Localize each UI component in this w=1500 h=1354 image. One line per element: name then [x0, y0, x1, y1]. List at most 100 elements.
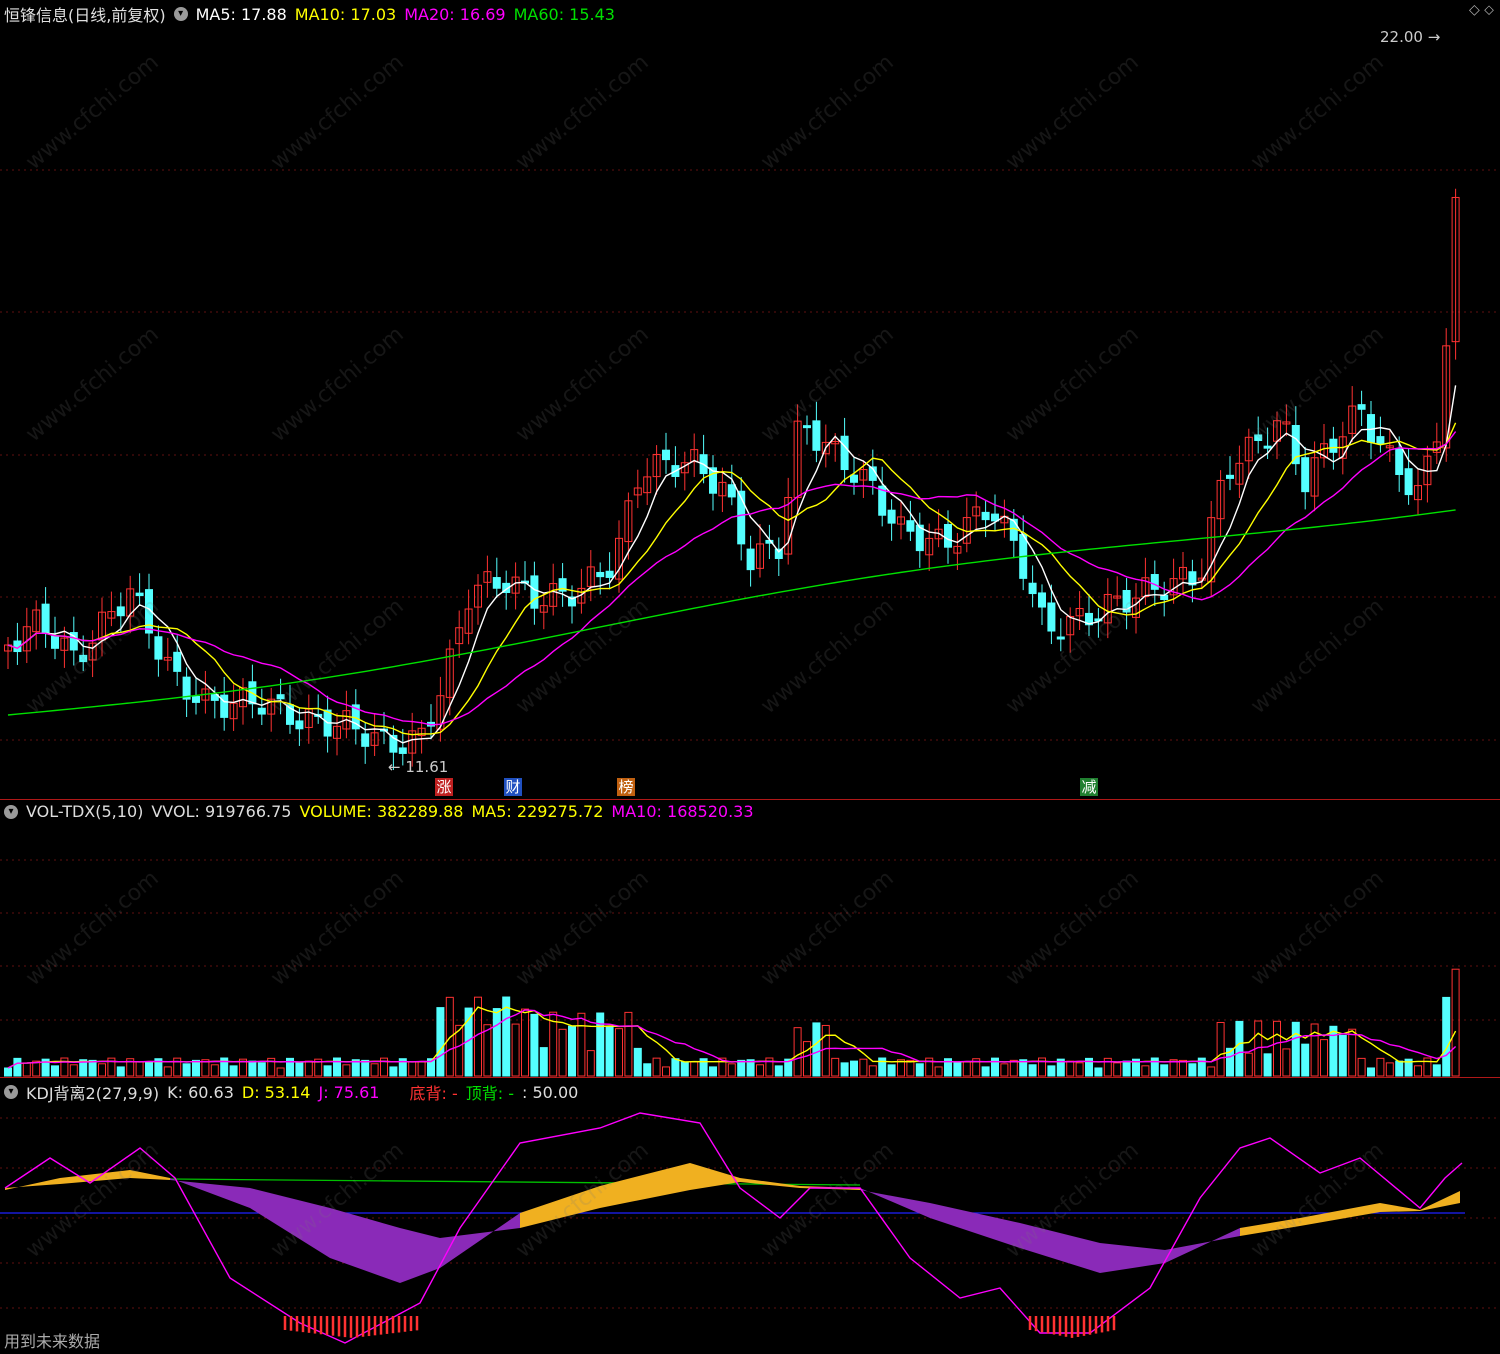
volume-bar [558, 1028, 567, 1077]
volume-bar [1442, 996, 1451, 1077]
ma20-value: MA20: 16.69 [404, 4, 506, 24]
candle-body [1263, 445, 1272, 449]
volume-bar [436, 1007, 445, 1077]
volume-bar [1282, 1048, 1291, 1077]
volume-bar [163, 1066, 172, 1077]
kdj-band [1165, 1228, 1240, 1263]
volume-bar [1357, 1057, 1366, 1077]
volume-bar [98, 1063, 106, 1077]
volume-bar [511, 1023, 520, 1077]
candle-body [906, 520, 915, 532]
candlestick-chart[interactable] [0, 0, 1500, 800]
volume-bar [1244, 1052, 1253, 1077]
vol-ma10-value: MA10: 168520.33 [611, 802, 754, 821]
kdj-band [130, 1170, 170, 1180]
volume-pane[interactable]: ▾ VOL-TDX(5,10) VVOL: 919766.75 VOLUME: … [0, 800, 1500, 1078]
volume-bar [1451, 968, 1460, 1077]
volume-bar [709, 1066, 717, 1077]
volume-bar [812, 1022, 821, 1077]
kdj-level: : 50.00 [522, 1082, 579, 1102]
kdj-band [1020, 1223, 1100, 1273]
kdj-band [1240, 1218, 1300, 1236]
candle-body [1056, 636, 1065, 640]
candle-body [1404, 468, 1413, 496]
candle-body [887, 509, 896, 524]
ma5-line [7, 385, 1457, 744]
vol-indicator-name: VOL-TDX(5,10) [26, 802, 144, 821]
settings-icon[interactable]: ▾ [173, 7, 188, 21]
volume-bar [323, 1065, 332, 1077]
tag-bang[interactable]: 榜 [617, 778, 635, 796]
kdj-band [600, 1163, 690, 1208]
candle-body [116, 606, 125, 617]
volume-bar [530, 1013, 539, 1077]
candle-body [1038, 592, 1046, 608]
volume-bar [483, 1024, 492, 1077]
kdj-band [1380, 1203, 1420, 1212]
kdj-band [440, 1213, 520, 1268]
candle-body [192, 696, 200, 703]
volume-chart[interactable] [0, 800, 1500, 1078]
kdj-band [5, 1178, 60, 1190]
candle-body [361, 733, 370, 747]
candle-body [662, 449, 670, 461]
volume-bar [4, 1067, 12, 1077]
volume-bar [596, 1012, 605, 1077]
volume-bar [1329, 1025, 1338, 1077]
price-pane[interactable]: 恒锋信息(日线,前复权) ▾ MA5: 17.88 MA10: 17.03 MA… [0, 0, 1500, 800]
vol-ma5-value: MA5: 229275.72 [471, 802, 604, 821]
window-controls-icon[interactable]: ◇ ⬦ [1469, 2, 1494, 18]
tag-zhang[interactable]: 涨 [435, 778, 453, 796]
volume-bar [1414, 1065, 1422, 1077]
volume-bar [821, 1024, 830, 1077]
volume-bar [953, 1061, 962, 1077]
volume-value: VOLUME: 382289.88 [299, 802, 464, 821]
tag-cai[interactable]: 财 [504, 778, 522, 796]
candle-body [41, 603, 50, 634]
volume-bar [229, 1065, 238, 1077]
candle-body [596, 571, 605, 578]
volume-bar [652, 1057, 661, 1077]
volume-bar [840, 1062, 849, 1077]
volume-bar [88, 1059, 97, 1077]
volume-bar [1075, 1062, 1084, 1077]
volume-bar [1367, 1067, 1375, 1077]
kdj-k-value: K: 60.63 [167, 1082, 234, 1102]
kdj-chart[interactable] [0, 1078, 1500, 1354]
volume-bar [492, 1008, 501, 1077]
kdj-indicator-name: KDJ背离2(27,9,9) [26, 1084, 160, 1103]
candle-body [1395, 447, 1404, 476]
vvol-value: VVOL: 919766.75 [151, 802, 292, 821]
volume-bar [962, 1061, 971, 1077]
volume-bar [248, 1060, 257, 1077]
tag-jian[interactable]: 减 [1080, 778, 1098, 796]
candle-body [944, 523, 952, 548]
low-price-label: ← 11.61 [388, 758, 449, 776]
volume-bar [295, 1062, 304, 1077]
volume-bar [13, 1057, 22, 1077]
volume-bar [643, 1063, 652, 1077]
bottom-divergence: 底背: - [409, 1084, 458, 1103]
kdj-pane[interactable]: ▾ KDJ背离2(27,9,9) K: 60.63 D: 53.14 J: 75… [0, 1078, 1500, 1354]
candle-body [981, 511, 990, 521]
volume-bar [210, 1064, 219, 1077]
kdj-band [520, 1186, 600, 1228]
candle-body [1226, 474, 1234, 479]
volume-bar [981, 1066, 990, 1077]
volume-bar [868, 1065, 877, 1077]
volume-bar [1113, 1062, 1122, 1077]
volume-bar [1263, 1053, 1272, 1077]
volume-bar [577, 1012, 586, 1077]
candle-body [173, 651, 182, 672]
volume-bar [135, 1061, 144, 1077]
ma10-value: MA10: 17.03 [294, 4, 397, 24]
kdj-band [930, 1203, 1020, 1248]
volume-bar [1066, 1060, 1075, 1077]
settings-icon[interactable]: ▾ [4, 1085, 18, 1099]
candle-body [774, 548, 783, 559]
settings-icon[interactable]: ▾ [4, 804, 18, 819]
volume-bar [1094, 1067, 1103, 1077]
candle-body [727, 484, 736, 498]
candle-body [530, 575, 539, 609]
candle-body [850, 474, 858, 483]
